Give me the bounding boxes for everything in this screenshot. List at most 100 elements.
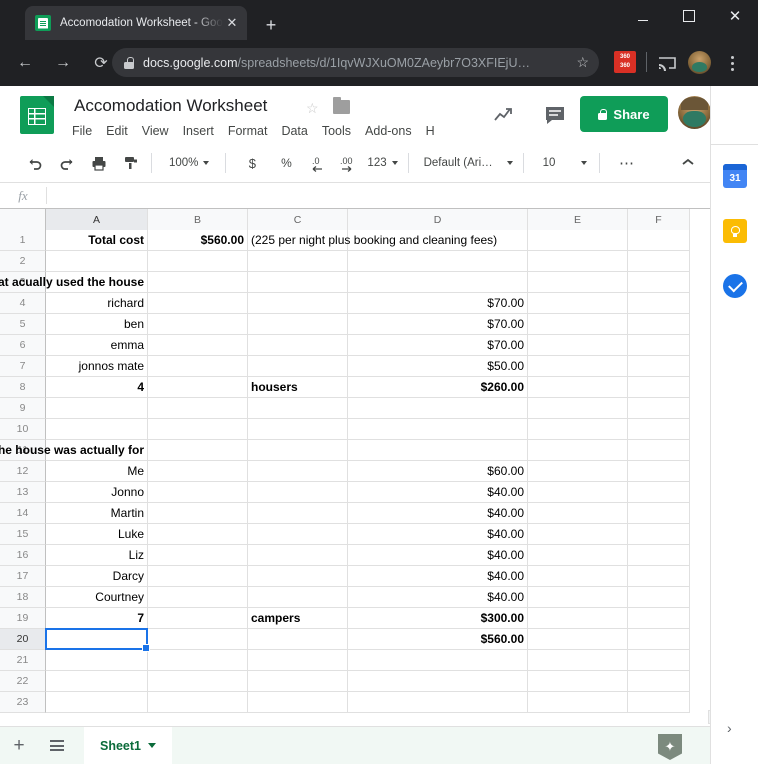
- cell-D7[interactable]: $50.00: [348, 356, 528, 377]
- cell-C19[interactable]: campers: [248, 608, 348, 629]
- maximize-icon[interactable]: [666, 0, 712, 32]
- cell-A5[interactable]: ben: [46, 314, 148, 335]
- font-size-selector[interactable]: 10: [543, 150, 588, 176]
- cell-B5[interactable]: [148, 314, 248, 335]
- browser-tab[interactable]: Accomodation Worksheet - Goog ✕: [25, 6, 247, 40]
- cell-B7[interactable]: [148, 356, 248, 377]
- cell-A23[interactable]: [46, 692, 148, 713]
- cell-A8[interactable]: 4: [46, 377, 148, 398]
- cell-A13[interactable]: Jonno: [46, 482, 148, 503]
- cell-F6[interactable]: [628, 335, 690, 356]
- undo-icon[interactable]: [22, 150, 48, 176]
- cell-A12[interactable]: Me: [46, 461, 148, 482]
- cell-A21[interactable]: [46, 650, 148, 671]
- window-close-icon[interactable]: ✕: [712, 0, 758, 32]
- cell-F1[interactable]: [628, 230, 690, 251]
- cell-A4[interactable]: richard: [46, 293, 148, 314]
- row-header-7[interactable]: 7: [0, 356, 46, 377]
- sheet-tab-sheet1[interactable]: Sheet1: [84, 726, 172, 764]
- cell-A6[interactable]: emma: [46, 335, 148, 356]
- zoom-selector[interactable]: 100%: [159, 150, 213, 176]
- cell-D2[interactable]: [348, 251, 528, 272]
- row-header-5[interactable]: 5: [0, 314, 46, 335]
- cell-E18[interactable]: [528, 587, 628, 608]
- cell-A1[interactable]: Total cost: [46, 230, 148, 251]
- menu-item-data[interactable]: Data: [281, 124, 307, 138]
- cell-C18[interactable]: [248, 587, 348, 608]
- cell-F2[interactable]: [628, 251, 690, 272]
- cell-D10[interactable]: [348, 419, 528, 440]
- cell-F15[interactable]: [628, 524, 690, 545]
- cell-D15[interactable]: $40.00: [348, 524, 528, 545]
- browser-menu-icon[interactable]: [722, 50, 742, 76]
- address-bar[interactable]: docs.google.com/spreadsheets/d/1IqvWJXuO…: [112, 48, 599, 77]
- cell-D17[interactable]: $40.00: [348, 566, 528, 587]
- sheets-logo-icon[interactable]: [20, 96, 54, 134]
- cell-A10[interactable]: [46, 419, 148, 440]
- cell-C15[interactable]: [248, 524, 348, 545]
- cell-E23[interactable]: [528, 692, 628, 713]
- page-title[interactable]: Accomodation Worksheet: [74, 96, 267, 116]
- font-selector[interactable]: Default (Ari…: [424, 150, 513, 176]
- cell-E20[interactable]: [528, 629, 628, 650]
- cell-C7[interactable]: [248, 356, 348, 377]
- cell-D16[interactable]: $40.00: [348, 545, 528, 566]
- comment-icon[interactable]: [542, 102, 568, 128]
- column-header-F[interactable]: F: [628, 209, 690, 230]
- folder-icon[interactable]: [333, 97, 350, 114]
- cell-C14[interactable]: [248, 503, 348, 524]
- cell-C1[interactable]: (225 per night plus booking and cleaning…: [248, 230, 497, 251]
- cell-F16[interactable]: [628, 545, 690, 566]
- cell-B22[interactable]: [148, 671, 248, 692]
- cell-B17[interactable]: [148, 566, 248, 587]
- cell-C22[interactable]: [248, 671, 348, 692]
- cell-B9[interactable]: [148, 398, 248, 419]
- cell-F17[interactable]: [628, 566, 690, 587]
- cell-A22[interactable]: [46, 671, 148, 692]
- menu-item-edit[interactable]: Edit: [106, 124, 128, 138]
- cell-E2[interactable]: [528, 251, 628, 272]
- row-header-6[interactable]: 6: [0, 335, 46, 356]
- row-header-21[interactable]: 21: [0, 650, 46, 671]
- increase-decimal-button[interactable]: .00: [337, 150, 363, 176]
- row-header-18[interactable]: 18: [0, 587, 46, 608]
- row-header-10[interactable]: 10: [0, 419, 46, 440]
- cell-C12[interactable]: [248, 461, 348, 482]
- cell-B14[interactable]: [148, 503, 248, 524]
- row-header-2[interactable]: 2: [0, 251, 46, 272]
- cell-C2[interactable]: [248, 251, 348, 272]
- cell-A18[interactable]: Courtney: [46, 587, 148, 608]
- cell-D19[interactable]: $300.00: [348, 608, 528, 629]
- cell-C8[interactable]: housers: [248, 377, 348, 398]
- cell-B1[interactable]: $560.00: [148, 230, 248, 251]
- cell-E5[interactable]: [528, 314, 628, 335]
- row-header-13[interactable]: 13: [0, 482, 46, 503]
- cell-C20[interactable]: [248, 629, 348, 650]
- add-sheet-button[interactable]: +: [0, 727, 38, 764]
- row-header-1[interactable]: 1: [0, 230, 46, 251]
- row-header-17[interactable]: 17: [0, 566, 46, 587]
- cell-F19[interactable]: [628, 608, 690, 629]
- cell-B8[interactable]: [148, 377, 248, 398]
- formula-input[interactable]: [47, 183, 710, 209]
- back-icon[interactable]: ←: [10, 48, 40, 78]
- cell-D12[interactable]: $60.00: [348, 461, 528, 482]
- cell-F8[interactable]: [628, 377, 690, 398]
- cell-B23[interactable]: [148, 692, 248, 713]
- cell-D20[interactable]: $560.00: [348, 629, 528, 650]
- cell-F10[interactable]: [628, 419, 690, 440]
- cell-B13[interactable]: [148, 482, 248, 503]
- cell-E12[interactable]: [528, 461, 628, 482]
- minimize-icon[interactable]: [620, 0, 666, 32]
- row-header-4[interactable]: 4: [0, 293, 46, 314]
- row-header-22[interactable]: 22: [0, 671, 46, 692]
- cell-D11[interactable]: [348, 440, 528, 461]
- cell-D9[interactable]: [348, 398, 528, 419]
- cell-B18[interactable]: [148, 587, 248, 608]
- cell-C3[interactable]: [248, 272, 348, 293]
- menu-item-format[interactable]: Format: [228, 124, 268, 138]
- row-header-15[interactable]: 15: [0, 524, 46, 545]
- cell-B21[interactable]: [148, 650, 248, 671]
- calendar-icon[interactable]: 31: [723, 164, 747, 188]
- number-format-selector[interactable]: 123: [367, 150, 398, 176]
